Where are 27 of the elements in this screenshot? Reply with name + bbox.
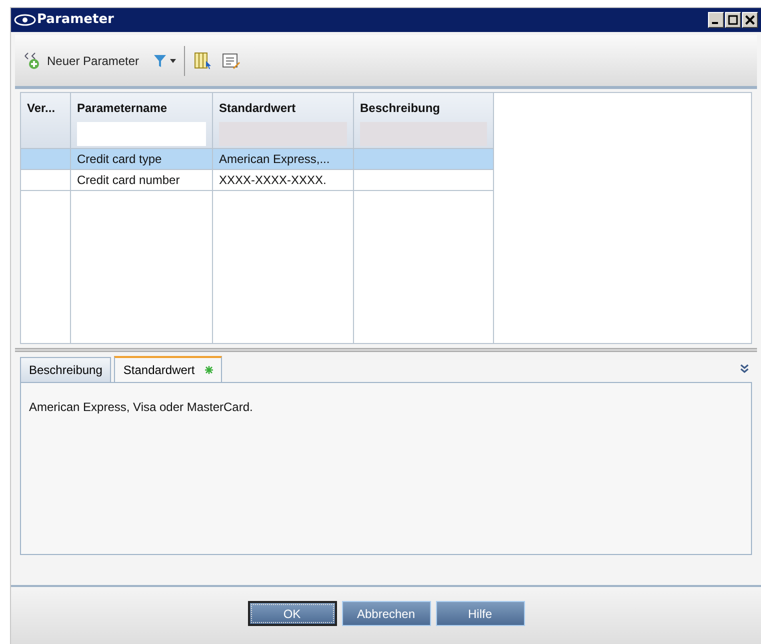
filter-dropdown[interactable] [153, 54, 176, 68]
dialog-button[interactable]: Hilfe [436, 601, 524, 626]
default-value-text: American Express, Visa oder MasterCard. [29, 400, 253, 414]
close-icon[interactable] [742, 12, 758, 28]
modified-star-icon [204, 366, 213, 374]
table-cell[interactable] [21, 149, 70, 170]
new-parameter-button[interactable]: Neuer Parameter [23, 52, 140, 70]
filter-icon [153, 54, 168, 68]
add-parameter-icon [23, 52, 41, 70]
columns-icon[interactable] [193, 50, 214, 70]
tab[interactable]: Beschreibung [20, 357, 112, 382]
table-cell[interactable]: American Express,... [213, 149, 353, 170]
window-title: Parameter [37, 11, 114, 30]
collapse-icon[interactable] [740, 364, 749, 374]
edit-list-icon[interactable] [221, 50, 242, 70]
dialog-button[interactable]: Abbrechen [342, 601, 430, 626]
column-header[interactable]: Parametername [71, 93, 212, 149]
tab[interactable]: Standardwert [114, 356, 222, 382]
maximize-icon[interactable] [725, 12, 741, 28]
caret-icon [170, 58, 176, 62]
dialog-button[interactable]: OK [248, 601, 336, 626]
filter-field[interactable] [77, 122, 206, 146]
column-header[interactable]: Ver... [21, 93, 70, 149]
parameter-icon [14, 14, 36, 26]
table-cell[interactable]: Credit card type [71, 149, 212, 170]
minimize-icon[interactable] [708, 12, 724, 28]
table-cell[interactable] [354, 149, 493, 170]
